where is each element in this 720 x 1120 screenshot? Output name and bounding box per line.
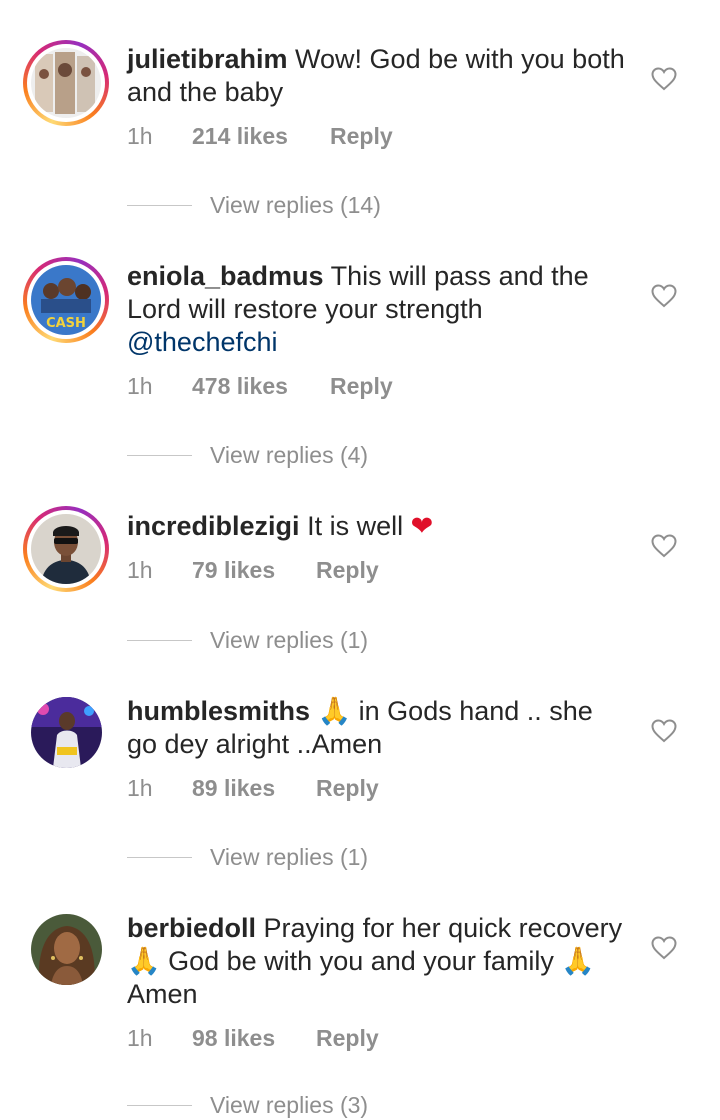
comment-time: 1h [127, 123, 153, 149]
replies-divider [127, 205, 192, 206]
like-heart-icon[interactable] [651, 284, 677, 308]
woman-portrait-image [31, 914, 102, 985]
comment-time: 1h [127, 775, 153, 801]
reply-button[interactable]: Reply [330, 371, 393, 401]
comment-likes[interactable]: 98 likes [192, 1023, 275, 1053]
comment-likes[interactable]: 79 likes [192, 555, 275, 585]
poster-title-text: CASH [46, 316, 86, 331]
comment-likes[interactable]: 89 likes [192, 773, 275, 803]
performer-stage-image [31, 697, 102, 768]
view-replies-label[interactable]: View replies (1) [210, 842, 368, 872]
comment-likes[interactable]: 478 likes [192, 371, 288, 401]
reply-button[interactable]: Reply [316, 1023, 379, 1053]
avatar[interactable] [23, 40, 109, 126]
replies-divider [127, 857, 192, 858]
comment-username[interactable]: humblesmiths [127, 696, 310, 726]
like-heart-icon[interactable] [651, 67, 677, 91]
comment-username[interactable]: eniola_badmus [127, 261, 324, 291]
pray-emoji: 🙏 [561, 946, 595, 976]
reply-button[interactable]: Reply [330, 121, 393, 151]
reply-button[interactable]: Reply [316, 773, 379, 803]
replies-divider [127, 1105, 192, 1106]
book-cover-image [31, 48, 101, 118]
avatar[interactable] [31, 914, 102, 985]
avatar[interactable]: CASH [23, 257, 109, 343]
reply-button[interactable]: Reply [316, 555, 379, 585]
mention-link[interactable]: @thechefchi [127, 327, 278, 357]
comment-text-continued: go dey alright ..Amen [127, 729, 383, 759]
man-sunglasses-image [31, 514, 101, 584]
comment-text: Praying for her quick recovery [263, 913, 623, 943]
avatar[interactable] [23, 506, 109, 592]
comment-time: 1h [127, 373, 153, 399]
comment-time: 1h [127, 1025, 153, 1051]
red-heart-emoji: ❤ [410, 511, 434, 541]
comment-text: 🙏 in Gods hand .. she [317, 696, 593, 726]
avatar[interactable] [31, 697, 102, 768]
view-replies-label[interactable]: View replies (4) [210, 440, 368, 470]
comment-username[interactable]: julietibrahim [127, 44, 288, 74]
movie-poster-image: CASH [31, 265, 101, 335]
comment-text: It is well [307, 511, 404, 541]
comment-likes[interactable]: 214 likes [192, 121, 288, 151]
comment-text-continued: 🙏 God be with you and your family [127, 946, 562, 976]
comment-username[interactable]: incrediblezigi [127, 511, 300, 541]
comment-text-end: Amen [127, 979, 198, 1009]
replies-divider [127, 455, 192, 456]
comment-time: 1h [127, 557, 153, 583]
like-heart-icon[interactable] [651, 534, 677, 558]
like-heart-icon[interactable] [651, 719, 677, 743]
like-heart-icon[interactable] [651, 936, 677, 960]
view-replies-label[interactable]: View replies (3) [210, 1090, 368, 1120]
replies-divider [127, 640, 192, 641]
view-replies-label[interactable]: View replies (14) [210, 190, 381, 220]
view-replies-label[interactable]: View replies (1) [210, 625, 368, 655]
comment-username[interactable]: berbiedoll [127, 913, 256, 943]
